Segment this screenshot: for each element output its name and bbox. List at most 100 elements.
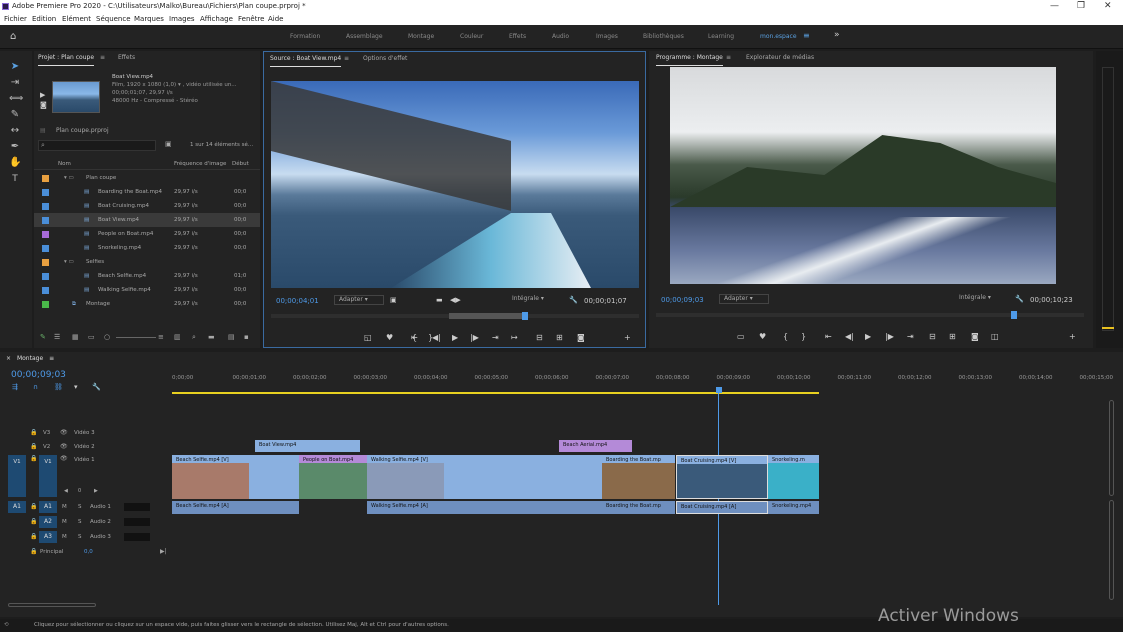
new-item-icon[interactable]: ▤ [228,333,235,341]
ws-effets[interactable]: Effets [509,33,526,40]
menu-help[interactable]: Aide [268,13,283,25]
clip-people-on-boat[interactable]: People on Boat.mp4 [299,455,367,499]
source-settings-icon[interactable]: ▣ [390,296,397,304]
program-lift-icon[interactable]: ⊟ [929,332,936,341]
col-name[interactable]: Nom [58,158,71,170]
razor-tool-icon[interactable]: ✎ [9,109,21,121]
program-video-frame[interactable] [670,67,1056,284]
track-v2-label[interactable]: V2 [43,440,50,454]
tab-timeline[interactable]: Montage [17,355,43,362]
solo-a1-button[interactable]: S [78,500,82,514]
source-wrench-icon[interactable]: 🔧 [569,296,578,304]
ws-learning[interactable]: Learning [708,33,734,40]
project-item[interactable]: ▤ Boarding the Boat.mp4 29,97 i/s 00;0 [34,185,260,199]
clip-snorkeling-v[interactable]: Snorkeling.m [768,455,819,499]
zoom-slider[interactable] [116,337,156,338]
program-add-button-icon[interactable]: + [1069,332,1076,341]
source-play-icon[interactable]: ▶ [452,333,458,342]
ws-bibliotheques[interactable]: Bibliothèques [643,33,684,40]
hand-tool-icon[interactable]: ✋ [9,157,21,169]
mute-a2-button[interactable]: M [62,515,67,529]
menu-edit[interactable]: Edition [32,13,56,25]
track-select-tool-icon[interactable]: ⇥ [9,77,21,89]
source-drag-video-icon[interactable]: ▬ [436,296,443,304]
more-workspaces-icon[interactable]: » [834,30,840,40]
project-item[interactable]: ▾ ▭ Plan coupe [34,171,260,185]
source-playhead[interactable] [522,312,528,320]
sort-icon[interactable]: ≡ [158,333,164,341]
tab-source[interactable]: Source : Boat View.mp4 [270,52,342,67]
lock-v1-icon[interactable]: 🔒 [30,455,37,462]
menu-window[interactable]: Fenêtre [238,13,264,25]
ws-menu-icon[interactable]: ≡ [803,31,810,40]
menu-view[interactable]: Affichage [200,13,233,25]
write-on-icon[interactable]: ✎ [40,333,46,341]
ws-formation[interactable]: Formation [290,33,320,40]
source-export-frame-icon[interactable]: ◙ [577,333,585,342]
program-compare-icon[interactable]: ◫ [991,332,999,341]
label-color-swatch[interactable] [42,188,49,196]
source-video-frame[interactable] [271,81,639,288]
mute-a3-button[interactable]: M [62,530,67,544]
menu-file[interactable]: Fichier [4,13,27,25]
clip-walking-selfie-a[interactable]: Walking Selfie.mp4 [A] [367,501,444,514]
timeline-settings-icon[interactable]: 🔧 [92,383,101,391]
snap-icon[interactable]: ∩ [33,383,38,391]
type-tool-icon[interactable]: T [9,173,21,185]
col-rate[interactable]: Fréquence d'image [174,158,226,170]
tab-effects[interactable]: Effets [118,51,135,65]
ws-mon-espace[interactable]: mon.espace [760,33,797,40]
eye-v1-icon[interactable]: 👁 [60,455,68,462]
timeline-v-scrollbar-audio[interactable] [1109,500,1114,600]
program-step-fwd-icon[interactable]: |▶ [885,332,894,341]
project-item[interactable]: ▤ Boat View.mp4 29,97 i/s 00;0 [34,213,260,227]
track-a1-label[interactable]: A1 [39,501,57,513]
v1-next-kf-icon[interactable]: ▶ [94,488,98,494]
ws-images[interactable]: Images [596,33,618,40]
track-v3-label[interactable]: V3 [43,426,50,440]
clip-boarding-boat-v[interactable]: Boarding the Boat.mp [602,455,675,499]
program-menu-icon[interactable]: ≡ [726,51,731,65]
program-export-frame-icon[interactable]: ◙ [971,332,979,341]
solo-a2-button[interactable]: S [78,515,82,529]
timeline-h-scrollbar[interactable] [8,603,96,607]
pen-tool-icon[interactable]: ✒ [9,141,21,153]
source-quality-dropdown[interactable]: Intégrale ▾ [512,295,562,305]
program-step-back-icon[interactable]: ◀| [845,332,854,341]
program-timecode[interactable]: 00;00;09;03 [661,296,704,304]
program-marker-icon[interactable]: ♥ [759,332,766,341]
ws-audio[interactable]: Audio [552,33,569,40]
icon-view-icon[interactable]: ▦ [72,333,79,341]
tab-media-browser[interactable]: Explorateur de médias [746,51,814,65]
source-step-fwd-icon[interactable]: |▶ [470,333,479,342]
tab-program[interactable]: Programme : Montage [656,51,723,66]
clip-boat-view[interactable]: Boat View.mp4 [255,440,360,452]
timeline-timecode[interactable]: 00;00;09;03 [11,370,66,380]
linked-select-icon[interactable]: ⛓ [54,383,63,391]
menu-markers[interactable]: Marques [134,13,164,25]
program-mark-in-icon[interactable]: { [783,332,788,341]
clip-v1-gap-fill[interactable] [249,455,299,499]
program-goto-out-icon[interactable]: ⇥ [907,332,914,341]
clip-beach-selfie-v[interactable]: Beach Selfie.mp4 [V] [172,455,249,499]
source-step-back-icon[interactable]: ◀| [432,333,441,342]
clip-boat-cruising-a[interactable]: Boat Cruising.mp4 [A] [676,501,768,514]
program-playhead[interactable] [1011,311,1017,319]
source-next-icon[interactable]: ↦ [511,333,518,342]
tab-project[interactable]: Projet : Plan coupe [38,51,95,66]
source-overwrite-icon[interactable]: ⊞ [556,333,563,342]
track-a2-label[interactable]: A2 [39,516,57,528]
timeline-v-scrollbar-video[interactable] [1109,400,1114,496]
new-bin-icon[interactable]: ▬ [208,333,215,341]
program-fit-dropdown[interactable]: Adapter ▾ [719,294,769,304]
ripple-edit-tool-icon[interactable]: ⟺ [9,93,23,105]
zoom-slider-min-icon[interactable]: ○ [104,333,110,341]
menu-images[interactable]: Images [169,13,195,25]
eye-v2-icon[interactable]: 👁 [60,440,68,454]
project-item[interactable]: ▤ Walking Selfie.mp4 29,97 i/s 00;0 [34,283,260,297]
ws-assemblage[interactable]: Assemblage [346,33,383,40]
v1-prev-kf-icon[interactable]: ◀ [64,488,68,494]
lock-master-icon[interactable]: 🔒 [30,545,37,559]
menu-element[interactable]: Elément [62,13,91,25]
new-bin-from-search-icon[interactable]: ▣ [165,140,172,148]
